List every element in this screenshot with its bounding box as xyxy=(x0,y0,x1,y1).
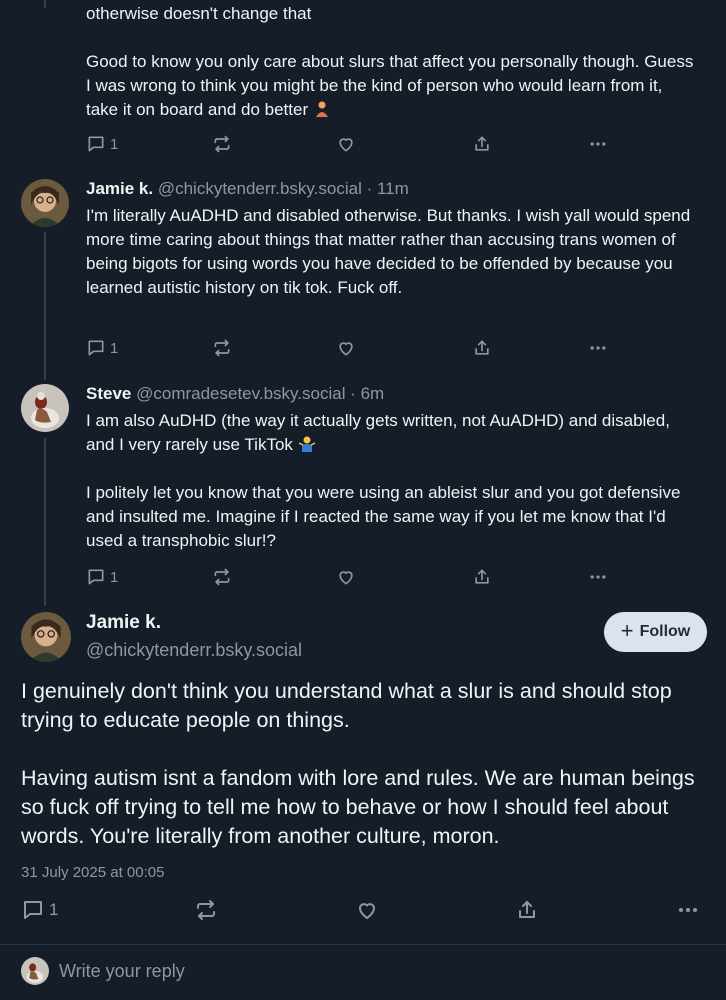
heart-icon xyxy=(359,903,375,919)
reply-icon xyxy=(88,340,104,356)
post-paragraph: I politely let you know that you were us… xyxy=(86,483,681,550)
reply-button[interactable]: 1 xyxy=(86,565,118,589)
author-handle[interactable]: @chickytenderr.bsky.social xyxy=(158,179,362,198)
reply-icon xyxy=(24,901,42,919)
like-button[interactable] xyxy=(336,565,356,589)
heart-icon xyxy=(339,138,353,152)
person-gesturing-icon xyxy=(313,100,331,118)
plus-icon: + xyxy=(620,618,634,643)
share-button[interactable] xyxy=(472,336,492,360)
thread-post[interactable]: Steve @comradesetev.bsky.social · 6m I a… xyxy=(0,373,726,603)
ellipsis-icon xyxy=(590,346,606,350)
reply-input[interactable]: Write your reply xyxy=(59,961,185,982)
reply-composer[interactable]: Write your reply xyxy=(0,945,726,1000)
repost-icon xyxy=(214,135,230,153)
post-time: · 11m xyxy=(366,179,409,198)
post-time: · 6m xyxy=(350,384,385,403)
reply-count: 1 xyxy=(110,339,119,357)
post-text: I am also AuDHD (the way it actually get… xyxy=(86,409,696,553)
reply-count: 1 xyxy=(110,135,119,153)
share-button[interactable] xyxy=(515,898,539,922)
follow-label: Follow xyxy=(639,623,691,640)
share-icon xyxy=(519,901,535,918)
post-paragraph: I genuinely don't think you understand w… xyxy=(21,679,672,732)
reply-button[interactable]: 1 xyxy=(21,898,58,922)
post-actions: 1 xyxy=(21,898,711,924)
post-actions: 1 xyxy=(86,336,626,360)
repost-button[interactable] xyxy=(212,336,232,360)
author-handle[interactable]: @chickytenderr.bsky.social xyxy=(86,640,302,661)
share-icon xyxy=(475,340,489,355)
reply-button[interactable]: 1 xyxy=(86,132,118,156)
repost-button[interactable] xyxy=(194,898,218,922)
ellipsis-icon xyxy=(590,575,606,579)
ellipsis-icon xyxy=(590,142,606,146)
post-actions: 1 xyxy=(86,565,626,589)
repost-button[interactable] xyxy=(212,565,232,589)
avatar[interactable] xyxy=(21,384,69,432)
more-options-button[interactable] xyxy=(588,565,608,589)
more-options-button[interactable] xyxy=(588,336,608,360)
avatar xyxy=(21,957,49,985)
like-button[interactable] xyxy=(336,132,356,156)
post-header: Steve @comradesetev.bsky.social · 6m xyxy=(86,384,384,404)
author-name[interactable]: Steve xyxy=(86,384,131,403)
like-button[interactable] xyxy=(355,898,379,922)
ellipsis-icon xyxy=(679,908,697,912)
repost-icon xyxy=(197,900,215,920)
post-text: otherwise doesn't change that Good to kn… xyxy=(86,2,696,122)
post-text-partial: otherwise doesn't change that xyxy=(86,4,312,23)
post-text: I genuinely don't think you understand w… xyxy=(21,677,711,851)
repost-icon xyxy=(214,568,230,586)
author-handle[interactable]: @comradesetev.bsky.social xyxy=(136,384,345,403)
reply-count: 1 xyxy=(110,568,119,586)
post-header: Jamie k. @chickytenderr.bsky.social · 11… xyxy=(86,179,409,199)
reply-button[interactable]: 1 xyxy=(86,336,118,360)
author-name[interactable]: Jamie k. xyxy=(86,179,153,198)
share-icon xyxy=(475,136,489,151)
post-paragraph: Good to know you only care about slurs t… xyxy=(86,52,694,119)
repost-icon xyxy=(214,339,230,357)
like-button[interactable] xyxy=(336,336,356,360)
repost-button[interactable] xyxy=(212,132,232,156)
post-date[interactable]: 31 July 2025 at 00:05 xyxy=(21,864,164,881)
more-options-button[interactable] xyxy=(588,132,608,156)
share-button[interactable] xyxy=(472,565,492,589)
thread-post[interactable]: otherwise doesn't change that Good to kn… xyxy=(0,0,726,165)
heart-icon xyxy=(339,342,353,356)
reply-icon xyxy=(88,136,104,152)
post-actions: 1 xyxy=(86,132,626,156)
share-button[interactable] xyxy=(472,132,492,156)
avatar[interactable] xyxy=(21,612,71,662)
post-paragraph: I am also AuDHD (the way it actually get… xyxy=(86,411,670,454)
heart-icon xyxy=(339,571,353,585)
avatar[interactable] xyxy=(21,179,69,227)
more-options-button[interactable] xyxy=(676,898,700,922)
post-text: I'm literally AuADHD and disabled otherw… xyxy=(86,206,691,297)
follow-button[interactable]: + Follow xyxy=(604,612,707,652)
thread-post[interactable]: Jamie k. @chickytenderr.bsky.social · 11… xyxy=(0,168,726,373)
post-paragraph: Having autism isnt a fandom with lore an… xyxy=(21,766,695,848)
author-name[interactable]: Jamie k. xyxy=(86,612,161,634)
reply-icon xyxy=(88,569,104,585)
person-shrugging-icon xyxy=(298,435,316,453)
reply-count: 1 xyxy=(49,900,59,919)
share-icon xyxy=(475,569,489,584)
